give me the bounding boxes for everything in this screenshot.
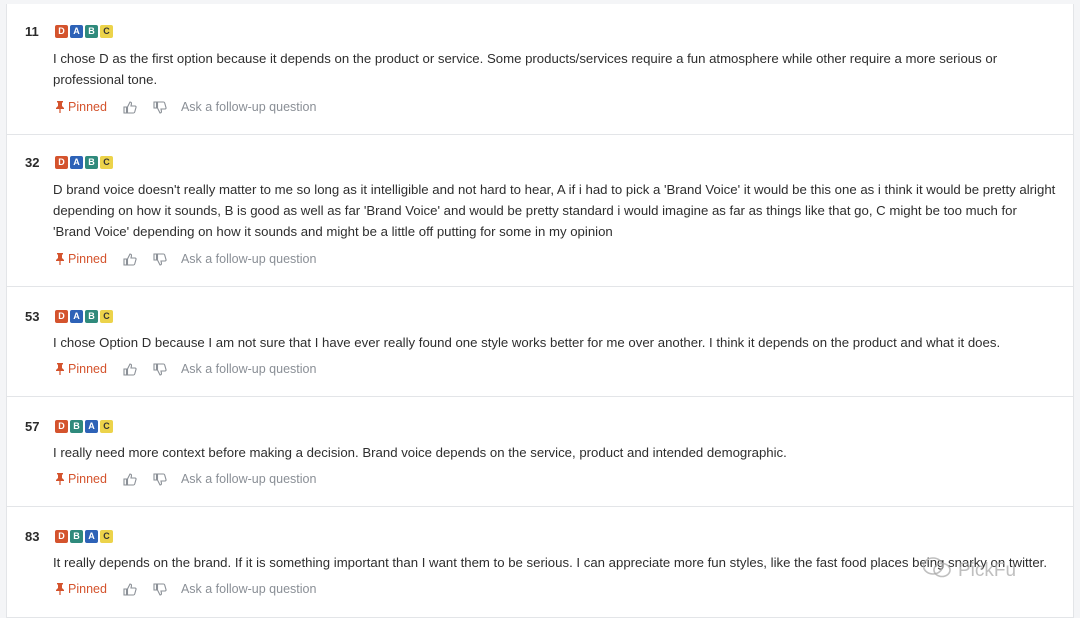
thumbs-down-icon[interactable] [153, 100, 167, 114]
pin-icon [55, 583, 65, 595]
rank-badge-c: C [100, 310, 113, 323]
response-actions: Pinned Ask a follow-up question [55, 362, 316, 376]
rank-badge-c: C [100, 420, 113, 433]
response-number: 57 [25, 419, 40, 434]
rank-badge-b: B [85, 25, 98, 38]
pin-icon [55, 101, 65, 113]
rank-badge-d: D [55, 530, 68, 543]
thumbs-up-icon[interactable] [123, 582, 137, 596]
response-actions: Pinned Ask a follow-up question [55, 472, 316, 486]
response-actions: Pinned Ask a follow-up question [55, 582, 316, 596]
response-number: 83 [25, 529, 40, 544]
response-text: I chose Option D because I am not sure t… [53, 335, 1001, 350]
watermark: PickFu [922, 556, 1016, 586]
follow-up-link[interactable]: Ask a follow-up question [181, 472, 317, 486]
thumbs-down-icon[interactable] [153, 582, 167, 596]
ranking-badges: D A B C [55, 25, 113, 38]
thumbs-up-icon[interactable] [123, 100, 137, 114]
ranking-badges: D A B C [55, 156, 113, 169]
rank-badge-c: C [100, 25, 113, 38]
pinned-button[interactable]: Pinned [55, 252, 107, 266]
pinned-button[interactable]: Pinned [55, 582, 107, 596]
follow-up-link[interactable]: Ask a follow-up question [181, 582, 317, 596]
rank-badge-c: C [100, 156, 113, 169]
response-text: I chose D as the first option because it… [53, 51, 998, 87]
ranking-badges: D B A C [55, 420, 113, 433]
pin-icon [55, 253, 65, 265]
response-item: 57 D B A C I really need more context be… [7, 397, 1073, 507]
follow-up-link[interactable]: Ask a follow-up question [181, 252, 317, 266]
response-header: 32 D A B C [25, 155, 113, 170]
thumbs-down-icon[interactable] [153, 252, 167, 266]
pinned-label: Pinned [68, 252, 107, 266]
response-actions: Pinned Ask a follow-up question [55, 252, 316, 266]
response-number: 32 [25, 155, 40, 170]
response-item: 11 D A B C I chose D as the first option… [7, 4, 1073, 135]
rank-badge-b: B [70, 530, 83, 543]
pinned-label: Pinned [68, 362, 107, 376]
pinned-label: Pinned [68, 472, 107, 486]
rank-badge-a: A [85, 420, 98, 433]
rank-badge-c: C [100, 530, 113, 543]
ranking-badges: D B A C [55, 530, 113, 543]
response-header: 11 D A B C [25, 24, 113, 39]
thumbs-down-icon[interactable] [153, 472, 167, 486]
follow-up-link[interactable]: Ask a follow-up question [181, 362, 317, 376]
rank-badge-d: D [55, 156, 68, 169]
rank-badge-a: A [70, 25, 83, 38]
response-item: 32 D A B C D brand voice doesn't really … [7, 135, 1073, 287]
thumbs-down-icon[interactable] [153, 362, 167, 376]
thumbs-up-icon[interactable] [123, 472, 137, 486]
rank-badge-a: A [70, 310, 83, 323]
rank-badge-d: D [55, 310, 68, 323]
pinned-button[interactable]: Pinned [55, 472, 107, 486]
response-number: 53 [25, 309, 40, 324]
rank-badge-d: D [55, 25, 68, 38]
rank-badge-b: B [70, 420, 83, 433]
response-header: 53 D A B C [25, 309, 113, 324]
rank-badge-a: A [85, 530, 98, 543]
follow-up-link[interactable]: Ask a follow-up question [181, 100, 317, 114]
response-text: I really need more context before making… [53, 445, 787, 460]
thumbs-up-icon[interactable] [123, 252, 137, 266]
response-actions: Pinned Ask a follow-up question [55, 100, 316, 114]
ranking-badges: D A B C [55, 310, 113, 323]
response-item: 53 D A B C I chose Option D because I am… [7, 287, 1073, 397]
response-text: It really depends on the brand. If it is… [53, 555, 1047, 570]
pinned-button[interactable]: Pinned [55, 362, 107, 376]
chat-bubble-icon [922, 556, 952, 586]
thumbs-up-icon[interactable] [123, 362, 137, 376]
rank-badge-b: B [85, 156, 98, 169]
pinned-label: Pinned [68, 100, 107, 114]
pin-icon [55, 363, 65, 375]
response-item: 83 D B A C It really depends on the bran… [7, 507, 1073, 618]
rank-badge-b: B [85, 310, 98, 323]
watermark-text: PickFu [958, 560, 1017, 581]
response-text: D brand voice doesn't really matter to m… [53, 182, 1056, 239]
responses-list: 11 D A B C I chose D as the first option… [6, 4, 1074, 618]
pin-icon [55, 473, 65, 485]
pinned-button[interactable]: Pinned [55, 100, 107, 114]
response-header: 83 D B A C [25, 529, 113, 544]
rank-badge-a: A [70, 156, 83, 169]
rank-badge-d: D [55, 420, 68, 433]
response-number: 11 [25, 24, 39, 39]
response-header: 57 D B A C [25, 419, 113, 434]
pinned-label: Pinned [68, 582, 107, 596]
